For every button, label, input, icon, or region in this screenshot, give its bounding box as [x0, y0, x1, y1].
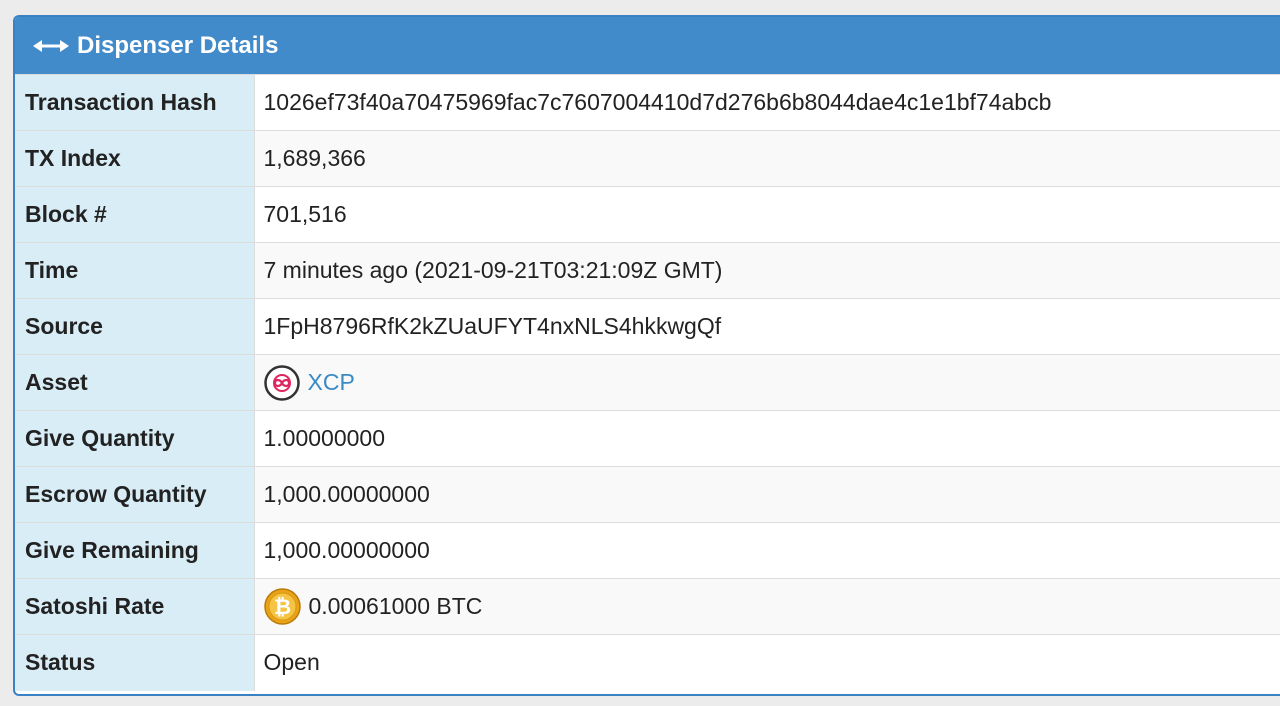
- svg-text:₿: ₿: [273, 595, 290, 619]
- panel-header: Dispenser Details: [15, 17, 1280, 74]
- row-label: Satoshi Rate: [15, 578, 255, 635]
- table-row-status: Status Open: [15, 634, 1280, 691]
- asset-link[interactable]: XCP: [308, 369, 355, 396]
- time-value: 7 minutes ago (2021-09-21T03:21:09Z GMT): [254, 242, 1280, 299]
- table-row-give-quantity: Give Quantity 1.00000000: [15, 410, 1280, 467]
- panel-title: Dispenser Details: [77, 31, 279, 59]
- source-address-link[interactable]: 1FpH8796RfK2kZUaUFYT4nxNLS4hkkwgQf: [254, 298, 1280, 355]
- table-row-give-remaining: Give Remaining 1,000.00000000: [15, 522, 1280, 579]
- give-remaining-value: 1,000.00000000: [254, 522, 1280, 579]
- row-label: Asset: [15, 354, 255, 411]
- bitcoin-icon: ₿: [263, 588, 301, 625]
- tx-index-value: 1,689,366: [254, 130, 1280, 187]
- row-label: Escrow Quantity: [15, 466, 255, 523]
- row-label: Give Quantity: [15, 410, 255, 467]
- satoshi-rate-value: 0.00061000 BTC: [308, 593, 483, 619]
- row-label: Source: [15, 298, 255, 355]
- table-row-satoshi-rate: Satoshi Rate ₿ 0.00061000 BTC: [15, 578, 1280, 635]
- escrow-quantity-value: 1,000.00000000: [254, 466, 1280, 523]
- dispenser-details-panel: Dispenser Details Transaction Hash 1026e…: [13, 15, 1280, 696]
- xcp-coin-icon: [263, 364, 300, 401]
- details-table: Transaction Hash 1026ef73f40a70475969fac…: [15, 74, 1280, 691]
- row-label: Status: [15, 634, 255, 691]
- table-row-tx-index: TX Index 1,689,366: [15, 130, 1280, 187]
- row-label: Time: [15, 242, 255, 299]
- row-label: Transaction Hash: [15, 74, 255, 131]
- table-row-asset: Asset XCP: [15, 354, 1280, 411]
- table-row-source: Source 1FpH8796RfK2kZUaUFYT4nxNLS4hkkwgQ…: [15, 298, 1280, 355]
- row-label: Block #: [15, 186, 255, 243]
- satoshi-rate-cell: ₿ 0.00061000 BTC: [254, 578, 1280, 635]
- asset-cell: XCP: [254, 354, 1280, 411]
- block-number-link[interactable]: 701,516: [254, 186, 1280, 243]
- transaction-hash-link[interactable]: 1026ef73f40a70475969fac7c7607004410d7d27…: [254, 74, 1280, 131]
- table-row-transaction-hash: Transaction Hash 1026ef73f40a70475969fac…: [15, 74, 1280, 131]
- table-row-time: Time 7 minutes ago (2021-09-21T03:21:09Z…: [15, 242, 1280, 299]
- left-right-arrow-icon: [33, 34, 69, 58]
- row-label: TX Index: [15, 130, 255, 187]
- table-row-block: Block # 701,516: [15, 186, 1280, 243]
- give-quantity-value: 1.00000000: [254, 410, 1280, 467]
- table-row-escrow-quantity: Escrow Quantity 1,000.00000000: [15, 466, 1280, 523]
- row-label: Give Remaining: [15, 522, 255, 579]
- status-value: Open: [254, 634, 1280, 691]
